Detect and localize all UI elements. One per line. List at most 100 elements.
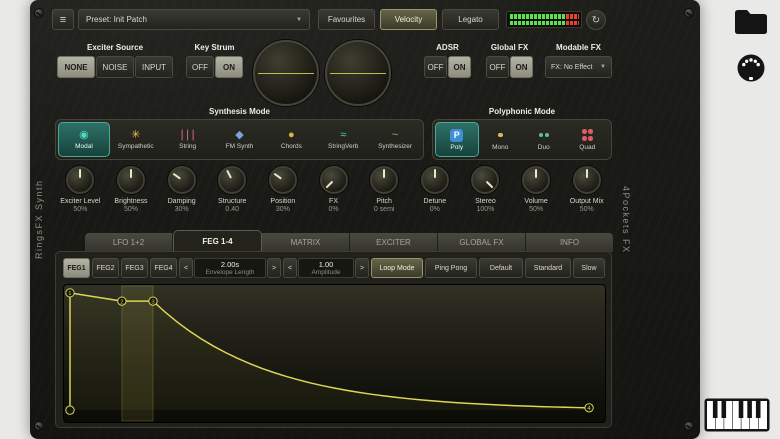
ping-pong-button[interactable]: Ping Pong	[425, 258, 477, 278]
global-fx-switch: OFF ON	[486, 56, 533, 78]
loop-mode-button[interactable]: Loop Mode	[371, 258, 423, 278]
knob-brightness[interactable]: Brightness 50%	[106, 166, 157, 213]
envelope-length-value: 2.00s	[221, 261, 239, 269]
mode-sympathetic[interactable]: ✳ Sympathetic	[110, 122, 162, 157]
modal-icon: ◉	[79, 130, 89, 141]
keyboard-button[interactable]	[704, 398, 770, 432]
duo-icon	[537, 129, 550, 142]
velocity-button[interactable]: Velocity	[380, 9, 437, 30]
svg-text:2: 2	[120, 299, 123, 305]
poly-mode-duo[interactable]: Duo	[522, 122, 566, 157]
knob-label: Detune	[424, 198, 447, 205]
mode-modal[interactable]: ◉ Modal	[58, 122, 110, 157]
key-strum-switch: OFF ON	[186, 56, 243, 78]
amplitude-display[interactable]: 1.00 Amplitude	[298, 258, 354, 278]
screw-top-right	[684, 8, 694, 18]
mode-label: String	[179, 143, 196, 150]
knob-detune[interactable]: Detune 0%	[409, 166, 460, 213]
legato-button[interactable]: Legato	[442, 9, 499, 30]
tab-feg[interactable]: FEG 1-4	[173, 230, 262, 252]
page-tabs: LFO 1+2 FEG 1-4 MATRIX EXCITER GLOBAL FX…	[85, 230, 613, 252]
refresh-button[interactable]: ↻	[586, 10, 606, 30]
mode-synthesizer[interactable]: ~ Synthesizer	[369, 122, 421, 157]
tab-lfo[interactable]: LFO 1+2	[85, 233, 173, 252]
global-fx-off-button[interactable]: OFF	[486, 56, 509, 78]
envelope-svg: 1234	[64, 285, 605, 422]
favourites-button[interactable]: Favourites	[318, 9, 375, 30]
exciter-none-button[interactable]: NONE	[57, 56, 95, 78]
screw-bottom-right	[684, 421, 694, 431]
level-meter-row-left	[509, 14, 579, 19]
keyboard-icon	[704, 398, 770, 432]
knob-value: 50%	[580, 206, 594, 213]
amplitude-decrement-button[interactable]: <	[283, 258, 297, 278]
mode-label: Synthesizer	[378, 143, 412, 150]
envelope-length-decrement-button[interactable]: <	[179, 258, 193, 278]
default-button[interactable]: Default	[479, 258, 523, 278]
knob-position[interactable]: Position 30%	[258, 166, 309, 213]
adsr-on-button[interactable]: ON	[448, 56, 471, 78]
amplitude-value: 1.00	[319, 261, 334, 269]
brand-label-left: RingsFX Synth	[30, 0, 48, 439]
mode-label: Sympathetic	[118, 143, 154, 150]
synthesis-mode-group: ◉ Modal ✳ Sympathetic ∣∣∣ String ◆ FM Sy…	[55, 119, 424, 160]
feg3-button[interactable]: FEG3	[121, 258, 148, 278]
poly-mode-poly[interactable]: P Poly	[435, 122, 479, 157]
poly-mode-mono[interactable]: Mono	[479, 122, 523, 157]
preset-label: Preset: Init Patch	[86, 15, 147, 24]
adsr-off-button[interactable]: OFF	[424, 56, 447, 78]
midi-button[interactable]	[736, 53, 766, 83]
tab-info[interactable]: INFO	[526, 233, 613, 252]
knob-pitch[interactable]: Pitch 0 semi	[359, 166, 410, 213]
mode-stringverb[interactable]: ≈ StringVerb	[317, 122, 369, 157]
envelope-editor[interactable]: 1234	[63, 284, 606, 423]
feg-toolbar: FEG1 FEG2 FEG3 FEG4 < 2.00s Envelope Len…	[63, 258, 606, 278]
knob-value: 30%	[276, 206, 290, 213]
knob-output-mix[interactable]: Output Mix 50%	[561, 166, 612, 213]
mode-fm-synth[interactable]: ◆ FM Synth	[214, 122, 266, 157]
modable-fx-dropdown[interactable]: FX: No Effect ▼	[545, 56, 612, 78]
feg2-button[interactable]: FEG2	[92, 258, 119, 278]
amplitude-increment-button[interactable]: >	[355, 258, 369, 278]
knob-fx[interactable]: FX 0%	[308, 166, 359, 213]
synthesizer-icon: ~	[392, 130, 398, 141]
tab-global-fx[interactable]: GLOBAL FX	[438, 233, 526, 252]
standard-button[interactable]: Standard	[525, 258, 571, 278]
envelope-length-increment-button[interactable]: >	[267, 258, 281, 278]
envelope-length-stepper: < 2.00s Envelope Length >	[179, 258, 281, 278]
level-meter	[506, 11, 582, 28]
poly-mode-quad[interactable]: Quad	[566, 122, 610, 157]
key-strum-off-button[interactable]: OFF	[186, 56, 214, 78]
global-fx-on-button[interactable]: ON	[510, 56, 533, 78]
mode-string[interactable]: ∣∣∣ String	[162, 122, 214, 157]
preset-dropdown[interactable]: Preset: Init Patch ▼	[78, 9, 310, 30]
knob-label: Volume	[524, 198, 547, 205]
strum-pad-1[interactable]	[253, 40, 319, 106]
mode-label: FM Synth	[226, 143, 254, 150]
mode-chords[interactable]: ● Chords	[265, 122, 317, 157]
feg4-button[interactable]: FEG4	[150, 258, 177, 278]
tab-matrix[interactable]: MATRIX	[262, 233, 350, 252]
menu-button[interactable]: ≡	[52, 9, 74, 30]
knob-stereo[interactable]: Stereo 100%	[460, 166, 511, 213]
folder-button[interactable]	[733, 7, 769, 34]
refresh-icon: ↻	[592, 15, 600, 26]
exciter-noise-button[interactable]: NOISE	[96, 56, 134, 78]
key-strum-on-button[interactable]: ON	[215, 56, 243, 78]
exciter-input-button[interactable]: INPUT	[135, 56, 173, 78]
knob-structure[interactable]: Structure 0.40	[207, 166, 258, 213]
feg-page-panel: FEG1 FEG2 FEG3 FEG4 < 2.00s Envelope Len…	[55, 251, 612, 428]
amplitude-label: Amplitude	[312, 269, 341, 276]
tab-exciter[interactable]: EXCITER	[350, 233, 438, 252]
key-strum-label: Key Strum	[186, 43, 243, 52]
feg1-button[interactable]: FEG1	[63, 258, 90, 278]
knob-exciter-level[interactable]: Exciter Level 50%	[55, 166, 106, 213]
knob-damping[interactable]: Damping 30%	[156, 166, 207, 213]
envelope-length-display[interactable]: 2.00s Envelope Length	[194, 258, 266, 278]
sympathetic-icon: ✳	[131, 130, 140, 141]
strum-pad-2[interactable]	[325, 40, 391, 106]
knob-value: 100%	[476, 206, 494, 213]
slow-button[interactable]: Slow	[573, 258, 605, 278]
brand-label-right: 4Pockets FX	[618, 0, 634, 439]
knob-volume[interactable]: Volume 50%	[511, 166, 562, 213]
